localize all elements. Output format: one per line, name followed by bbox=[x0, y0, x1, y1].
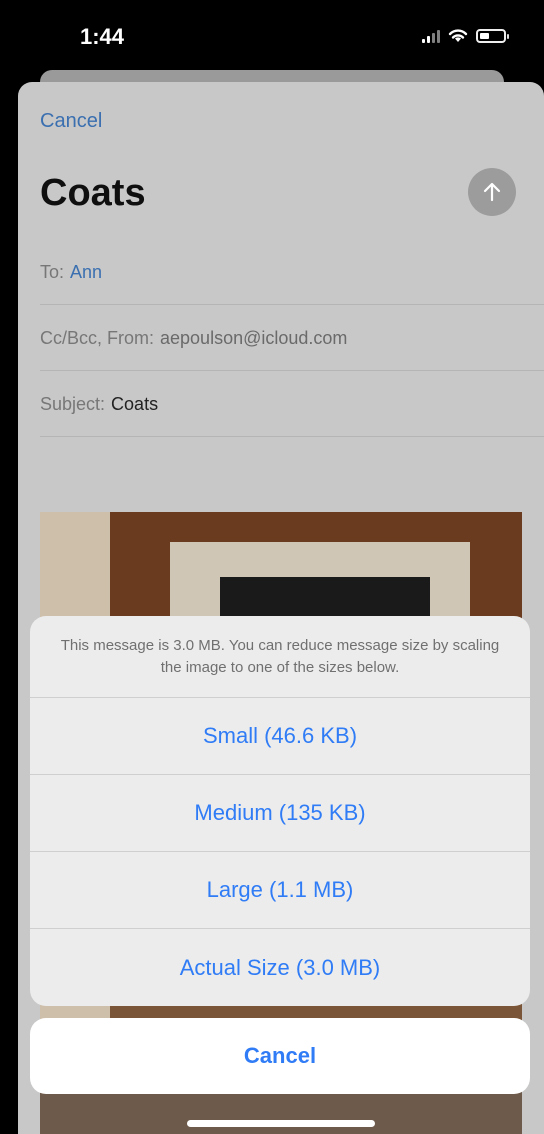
status-icons bbox=[422, 28, 509, 44]
action-sheet-message: This message is 3.0 MB. You can reduce m… bbox=[30, 616, 530, 698]
size-option-actual[interactable]: Actual Size (3.0 MB) bbox=[30, 929, 530, 1006]
to-recipient[interactable]: Ann bbox=[70, 262, 102, 283]
compose-cancel-button[interactable]: Cancel bbox=[40, 110, 102, 133]
page-title: Coats bbox=[40, 172, 146, 214]
send-button[interactable] bbox=[468, 168, 516, 216]
subject-field[interactable]: Subject: Coats bbox=[40, 372, 544, 437]
battery-icon bbox=[476, 29, 509, 43]
to-field[interactable]: To: Ann bbox=[40, 240, 544, 305]
subject-value: Coats bbox=[111, 393, 159, 414]
subject-label: Subject: bbox=[40, 393, 106, 414]
size-option-small[interactable]: Small (46.6 KB) bbox=[30, 698, 530, 775]
to-label: To: bbox=[40, 261, 65, 282]
wifi-icon bbox=[448, 29, 468, 42]
status-time: 1:44 bbox=[80, 24, 125, 49]
action-sheet-cancel-button[interactable]: Cancel bbox=[30, 1018, 530, 1094]
home-indicator[interactable] bbox=[187, 1120, 375, 1127]
from-address: aepoulson@icloud.com bbox=[160, 327, 348, 348]
status-bar: 1:44 bbox=[0, 0, 544, 70]
size-option-large[interactable]: Large (1.1 MB) bbox=[30, 852, 530, 929]
cc-bcc-from-field[interactable]: Cc/Bcc, From: aepoulson@icloud.com bbox=[40, 306, 544, 371]
cc-label: Cc/Bcc, From: bbox=[40, 327, 155, 348]
arrow-up-icon bbox=[483, 182, 501, 202]
signal-icon bbox=[422, 29, 440, 43]
size-option-medium[interactable]: Medium (135 KB) bbox=[30, 775, 530, 852]
image-size-action-sheet: This message is 3.0 MB. You can reduce m… bbox=[30, 616, 530, 1006]
